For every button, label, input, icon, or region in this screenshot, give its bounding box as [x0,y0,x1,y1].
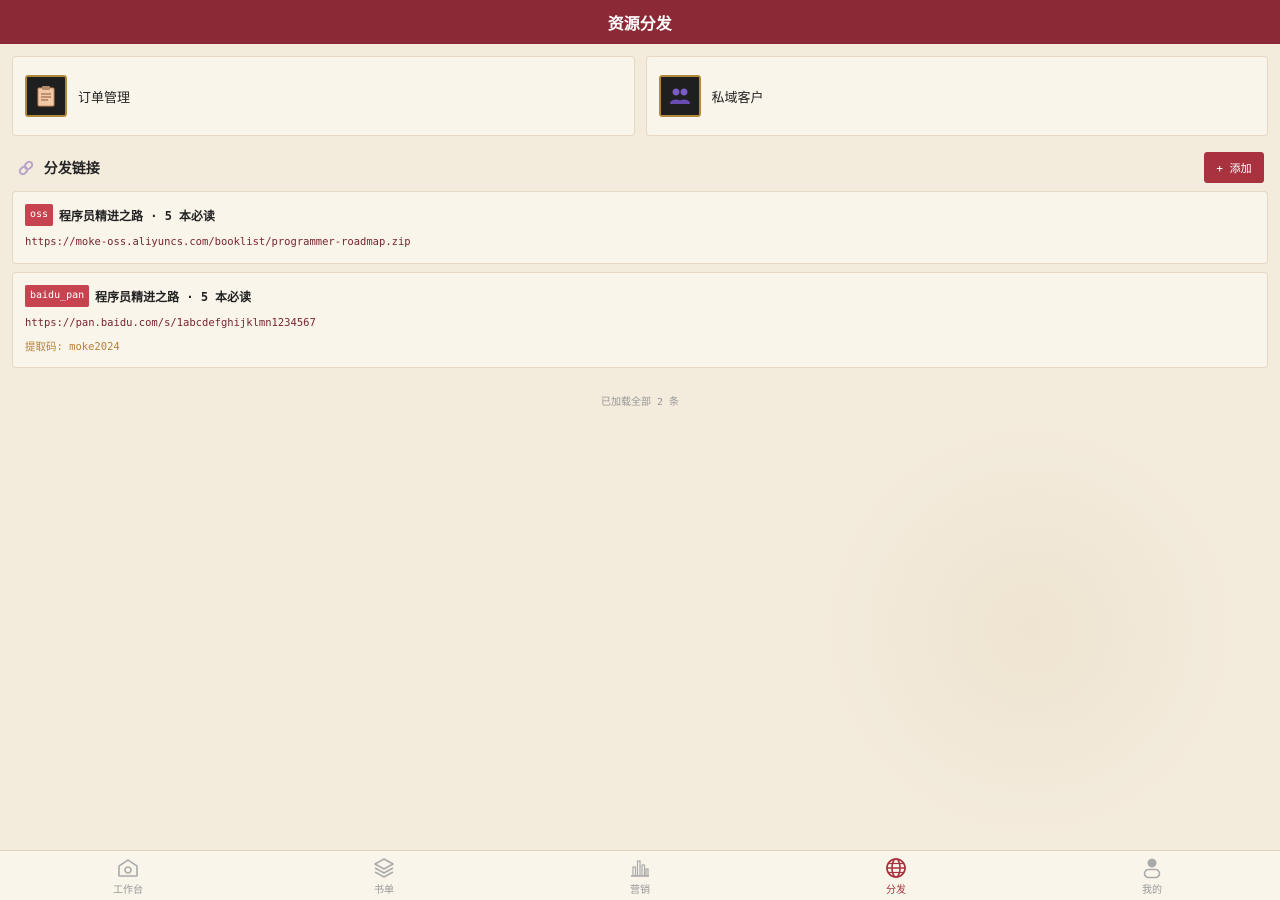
link-title: 程序员精进之路 · 5 本必读 [59,208,216,223]
order-management-card[interactable]: 订单管理 [12,56,635,136]
link-card-header: oss 程序员精进之路 · 5 本必读 [25,204,1255,226]
tab-label: 工作台 [113,885,143,896]
link-type-tag: oss [25,204,54,226]
page-title: 资源分发 [607,14,672,33]
link-icon [18,160,34,176]
user-icon [1141,857,1163,879]
users-icon [658,75,701,117]
quick-action-label: 私域客户 [711,90,764,106]
section-header: 分发链接 + 添加 [12,152,1268,184]
link-card-header: baidu_pan 程序员精进之路 · 5 本必读 [25,285,1255,307]
tab-profile[interactable]: 我的 [1024,851,1280,900]
home-icon [117,857,139,879]
tab-label: 分发 [886,885,906,896]
link-type-tag: baidu_pan [25,285,90,307]
tab-workbench[interactable]: 工作台 [0,851,256,900]
tab-booklist[interactable]: 书单 [256,851,512,900]
bar-chart-icon [629,857,651,879]
quick-actions: 订单管理 私域客户 [12,56,1268,136]
link-url[interactable]: https://moke-oss.aliyuncs.com/booklist/p… [25,236,1255,248]
private-customers-card[interactable]: 私域客户 [645,56,1268,136]
tab-label: 书单 [374,885,394,896]
link-url[interactable]: https://pan.baidu.com/s/1abcdefghijklmn1… [25,317,1255,329]
link-title: 程序员精进之路 · 5 本必读 [95,289,252,304]
extraction-code: 提取码: moke2024 [25,341,120,353]
globe-icon [885,857,907,879]
clipboard-icon [25,75,67,117]
link-card[interactable]: baidu_pan 程序员精进之路 · 5 本必读 https://pan.ba… [12,272,1268,368]
tab-distribution[interactable]: 分发 [768,851,1024,900]
layers-icon [373,857,395,879]
app-header: 资源分发 [0,0,1280,44]
bottom-tab-bar: 工作台 书单 营销 分发 我的 [0,850,1280,900]
link-card[interactable]: oss 程序员精进之路 · 5 本必读 https://moke-oss.ali… [12,191,1268,264]
add-link-button[interactable]: + 添加 [1204,152,1264,183]
background-glow [820,420,1240,840]
load-status: 已加载全部 2 条 [600,397,680,408]
quick-action-label: 订单管理 [78,90,131,106]
tab-label: 我的 [1142,885,1162,896]
tab-label: 营销 [630,885,650,896]
section-title: 分发链接 [44,161,100,177]
tab-marketing[interactable]: 营销 [512,851,768,900]
